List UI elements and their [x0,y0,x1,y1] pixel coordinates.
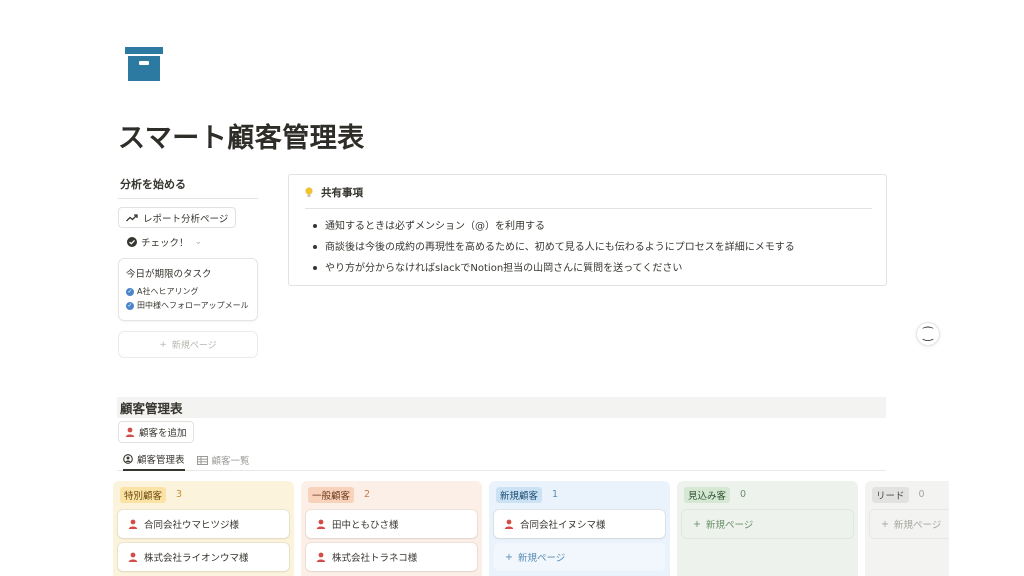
callout-header: 共有事項 [305,185,872,209]
report-analysis-button[interactable]: レポート分析ページ [118,207,237,228]
column-tag: 見込み客 [684,486,731,503]
comment-float-button[interactable]: ⁐ [916,322,940,346]
board-column: 特別顧客 3 合同会社ウマヒツジ様 株式会社ライオンウマ様 [113,481,294,576]
today-tasks-card[interactable]: 今日が期限のタスク ✓ A社へヒアリング ✓ 田中様へフォローアップメール [118,258,258,321]
shared-notes-callout: 共有事項 通知するときは必ずメンション（@）を利用する 商談後は今後の成約の再現… [288,174,887,286]
scribble-icon: ⁐ [923,327,933,341]
task-item[interactable]: ✓ 田中様へフォローアップメール [126,300,251,312]
lightbulb-icon [305,187,313,197]
callout-list: 通知するときは必ずメンション（@）を利用する 商談後は今後の成約の再現性を高める… [303,216,872,279]
check-icon: ✓ [126,288,134,296]
customer-card[interactable]: 合同会社イヌシマ様 [494,510,665,538]
column-count: 2 [364,489,371,500]
column-count: 3 [176,489,183,500]
new-page-button[interactable]: + 新規ページ [118,331,258,358]
column-header[interactable]: 特別顧客 3 [118,486,289,503]
table-icon [196,455,208,465]
new-page-button[interactable]: + 新規ページ [494,543,665,571]
column-tag: 新規顧客 [496,486,543,503]
check-circle-icon [127,237,137,247]
new-page-label: 新規ページ [517,553,566,564]
callout-item: やり方が分からなければslackでNotion担当の山岡さんに質問を送ってくださ… [313,258,872,279]
add-customer-button[interactable]: 顧客を追加 [118,421,194,443]
database-title-label: 顧客管理表 [120,401,183,416]
chevron-down-icon: ⌄ [194,237,203,247]
tab-board-view[interactable]: 顧客管理表 [123,449,185,471]
new-page-label: 新規ページ [893,520,942,531]
customer-card-label: 合同会社イヌシマ様 [520,520,606,531]
board-column: リード 0 + 新規ページ [865,481,949,576]
add-customer-label: 顧客を追加 [139,428,187,439]
check-toggle[interactable]: チェック！ ⌄ [118,235,258,249]
person-icon [316,552,326,562]
customer-card[interactable]: 田中ともひさ様 [306,510,477,538]
plus-icon: + [159,339,167,350]
column-header[interactable]: 新規顧客 1 [494,486,665,503]
check-label: チェック！ [141,238,189,249]
column-tag: 一般顧客 [308,486,355,503]
person-icon [125,427,135,437]
new-page-label: 新規ページ [171,341,217,351]
customer-card-label: 株式会社トラネコ様 [332,553,418,564]
column-tag: 特別顧客 [120,486,167,503]
person-icon [128,519,138,529]
check-icon: ✓ [126,302,134,310]
column-tag: リード [872,486,909,503]
column-header[interactable]: リード 0 [870,486,949,503]
analysis-heading: 分析を始める [118,174,258,199]
view-tabs: 顧客管理表 顧客一覧 [117,449,886,471]
task-item-label: 田中様へフォローアップメール [137,301,249,310]
trend-up-icon [126,213,138,221]
task-item-label: A社へヒアリング [137,287,199,296]
tab-board-label: 顧客管理表 [137,455,185,466]
today-tasks-title: 今日が期限のタスク [126,269,212,280]
database-title[interactable]: 顧客管理表 [117,397,886,418]
new-page-button[interactable]: + 新規ページ [870,510,949,538]
callout-item: 商談後は今後の成約の再現性を高めるために、初めて見る人にも伝わるようにプロセスを… [313,237,872,258]
new-page-button[interactable]: + 新規ページ [682,510,853,538]
customer-card[interactable]: 株式会社ライオンウマ様 [118,543,289,571]
tab-table-view[interactable]: 顧客一覧 [196,449,250,471]
plus-icon: + [693,518,701,530]
customer-card-label: 合同会社ウマヒツジ様 [144,520,240,531]
column-count: 0 [740,489,747,500]
board-column: 見込み客 0 + 新規ページ [677,481,858,576]
tab-table-label: 顧客一覧 [211,456,250,467]
kanban-board: 特別顧客 3 合同会社ウマヒツジ様 株式会社ライオンウマ様 一般顧客 2 田中ともひさ様株式… [113,481,949,576]
task-item[interactable]: ✓ A社へヒアリング [126,286,251,298]
person-icon [128,552,138,562]
board-column: 一般顧客 2 田中ともひさ様株式会社トラネコ様 [301,481,482,576]
page-title: スマート顧客管理表 [118,123,365,154]
column-count: 0 [918,489,925,500]
report-analysis-label: レポート分析ページ [143,213,229,225]
person-icon [316,519,326,529]
plus-icon: + [881,518,889,530]
archive-box-icon[interactable] [124,44,164,84]
customer-card[interactable]: 株式会社トラネコ様 [306,543,477,571]
callout-item: 通知するときは必ずメンション（@）を利用する [313,216,872,237]
plus-icon: + [505,551,513,563]
board-icon [123,454,133,464]
analysis-panel: 分析を始める レポート分析ページ チェック！ ⌄ 今日が期限のタスク ✓ A社へ… [118,174,258,358]
board-column: 新規顧客 1 合同会社イヌシマ様 + 新規ページ [489,481,670,576]
new-page-label: 新規ページ [705,520,754,531]
customer-card-label: 株式会社ライオンウマ様 [144,553,249,564]
person-icon [504,519,514,529]
column-header[interactable]: 見込み客 0 [682,486,853,503]
column-header[interactable]: 一般顧客 2 [306,486,477,503]
customer-card-label: 田中ともひさ様 [332,520,399,531]
customer-card[interactable]: 合同会社ウマヒツジ様 [118,510,289,538]
callout-title: 共有事項 [321,187,363,199]
column-count: 1 [552,489,559,500]
